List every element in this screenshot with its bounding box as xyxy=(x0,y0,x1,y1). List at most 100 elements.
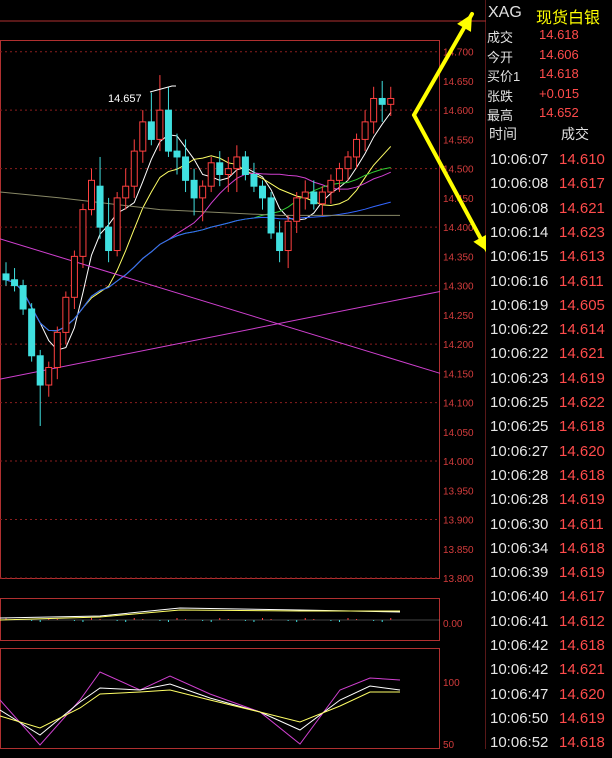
trade-row[interactable]: 10:06:47 14.620 xyxy=(487,686,612,710)
candle-body xyxy=(79,209,87,257)
candle-body xyxy=(139,121,147,152)
kdj-j-line xyxy=(0,671,401,746)
candle-body xyxy=(190,179,198,199)
quote-row: 买价1 14.618 xyxy=(487,66,612,84)
trade-row[interactable]: 10:06:25 14.622 xyxy=(487,394,612,418)
trade-price: 14.620 xyxy=(559,685,605,703)
candle-body xyxy=(70,255,78,298)
trade-row[interactable]: 10:06:15 14.613 xyxy=(487,248,612,272)
trade-row[interactable]: 10:06:07 14.610 xyxy=(487,151,612,175)
instrument-symbol: XAG xyxy=(488,4,522,21)
price-axis-label: 14.250 xyxy=(443,311,474,322)
price-axis-label: 14.400 xyxy=(443,223,474,234)
trade-price: 14.621 xyxy=(559,199,605,217)
trade-row[interactable]: 10:06:34 14.618 xyxy=(487,540,612,564)
trade-price: 14.622 xyxy=(559,394,605,411)
trade-price: 14.611 xyxy=(559,272,604,290)
trade-time: 10:06:08 xyxy=(490,199,549,217)
candle-body xyxy=(353,138,361,158)
trade-row[interactable]: 10:06:50 14.619 xyxy=(487,710,612,734)
trade-row[interactable]: 10:06:25 14.618 xyxy=(487,418,612,442)
quote-label: 买价1 xyxy=(487,69,521,84)
trade-row[interactable]: 10:06:39 14.619 xyxy=(487,564,612,588)
candle-body xyxy=(53,331,61,368)
trade-row[interactable]: 10:06:40 14.617 xyxy=(487,588,612,612)
trade-time: 10:06:42 xyxy=(490,661,549,679)
price-axis-label: 14.600 xyxy=(443,106,474,117)
trade-row[interactable]: 10:06:52 14.618 xyxy=(487,734,612,758)
candle-body xyxy=(250,174,258,187)
trade-row[interactable]: 10:06:42 14.618 xyxy=(487,637,612,661)
trade-row[interactable]: 10:06:42 14.621 xyxy=(487,661,612,685)
trade-price: 14.619 xyxy=(559,709,605,727)
trade-time: 10:06:23 xyxy=(490,369,549,387)
trade-time: 10:06:22 xyxy=(490,321,549,339)
candle-body xyxy=(301,191,309,199)
kdj-k-line xyxy=(0,683,401,736)
trade-row[interactable]: 10:06:08 14.621 xyxy=(487,200,612,224)
candle-body xyxy=(276,232,284,252)
trade-time: 10:06:22 xyxy=(490,345,549,363)
trade-row[interactable]: 10:06:27 14.620 xyxy=(487,443,612,467)
trade-price: 14.613 xyxy=(559,248,605,266)
trade-price: 14.611 xyxy=(559,515,604,533)
trade-price: 14.619 xyxy=(559,491,605,509)
macd-dif-line xyxy=(0,607,401,619)
candle-body xyxy=(113,197,121,252)
high-price-label: 14.657 xyxy=(108,93,142,105)
instrument-name: 现货白银 xyxy=(536,10,601,27)
trade-row[interactable]: 10:06:28 14.619 xyxy=(487,491,612,515)
trade-price: 14.614 xyxy=(559,321,605,339)
trade-row[interactable]: 10:06:22 14.614 xyxy=(487,321,612,345)
candle-body xyxy=(11,279,19,287)
candle-body xyxy=(207,162,215,187)
trade-row[interactable]: 10:06:19 14.605 xyxy=(487,297,612,321)
price-axis-label: 14.350 xyxy=(443,252,474,263)
price-axis-label: 14.000 xyxy=(443,457,474,468)
trade-row[interactable]: 10:06:23 14.619 xyxy=(487,370,612,394)
trade-row[interactable]: 10:06:41 14.612 xyxy=(487,613,612,637)
trade-price: 14.619 xyxy=(559,369,605,387)
candle-body xyxy=(182,156,190,181)
trade-time: 10:06:07 xyxy=(490,151,549,168)
quote-value: 14.618 xyxy=(539,27,579,42)
candle-body xyxy=(216,162,224,176)
quote-label: 今开 xyxy=(487,49,514,65)
trade-time: 10:06:50 xyxy=(490,709,549,727)
trade-price: 14.618 xyxy=(559,637,605,654)
quote-row: 今开 14.606 xyxy=(487,47,612,65)
quote-value: 14.606 xyxy=(539,46,579,62)
candle-body xyxy=(62,296,70,333)
trade-time: 10:06:08 xyxy=(490,175,549,193)
trade-row[interactable]: 10:06:28 14.618 xyxy=(487,467,612,491)
candle-body xyxy=(45,366,53,386)
trade-row[interactable]: 10:06:22 14.621 xyxy=(487,345,612,369)
trade-row[interactable]: 10:06:16 14.611 xyxy=(487,273,612,297)
price-axis-label: 14.150 xyxy=(443,369,474,380)
candle-body xyxy=(36,355,44,386)
price-axis-label: 13.900 xyxy=(443,516,474,527)
trade-time: 10:06:34 xyxy=(490,539,549,557)
quote-row: 张跌 +0.015 xyxy=(487,86,612,104)
price-axis-label: 14.100 xyxy=(443,399,474,410)
trade-price: 14.617 xyxy=(559,588,605,606)
candle-body xyxy=(284,220,292,252)
candle-body xyxy=(2,273,10,281)
price-axis-label: 14.650 xyxy=(443,77,474,88)
trade-row[interactable]: 10:06:14 14.623 xyxy=(487,224,612,248)
candle-body xyxy=(378,97,386,105)
quote-row: 最高 14.652 xyxy=(487,105,612,123)
trade-time: 10:06:39 xyxy=(490,564,549,582)
candle-body xyxy=(88,179,95,211)
macd-dea-line xyxy=(0,609,400,621)
trade-time: 10:06:41 xyxy=(490,612,549,630)
quote-label: 最高 xyxy=(487,108,514,123)
candle-body xyxy=(370,97,378,123)
candle-body xyxy=(147,121,155,140)
candle-body xyxy=(259,185,266,199)
candle-body xyxy=(310,191,318,205)
trade-row[interactable]: 10:06:30 14.611 xyxy=(487,516,612,540)
trade-time: 10:06:42 xyxy=(490,637,549,654)
trade-row[interactable]: 10:06:08 14.617 xyxy=(487,175,612,199)
quote-row: 成交 14.618 xyxy=(487,27,612,45)
